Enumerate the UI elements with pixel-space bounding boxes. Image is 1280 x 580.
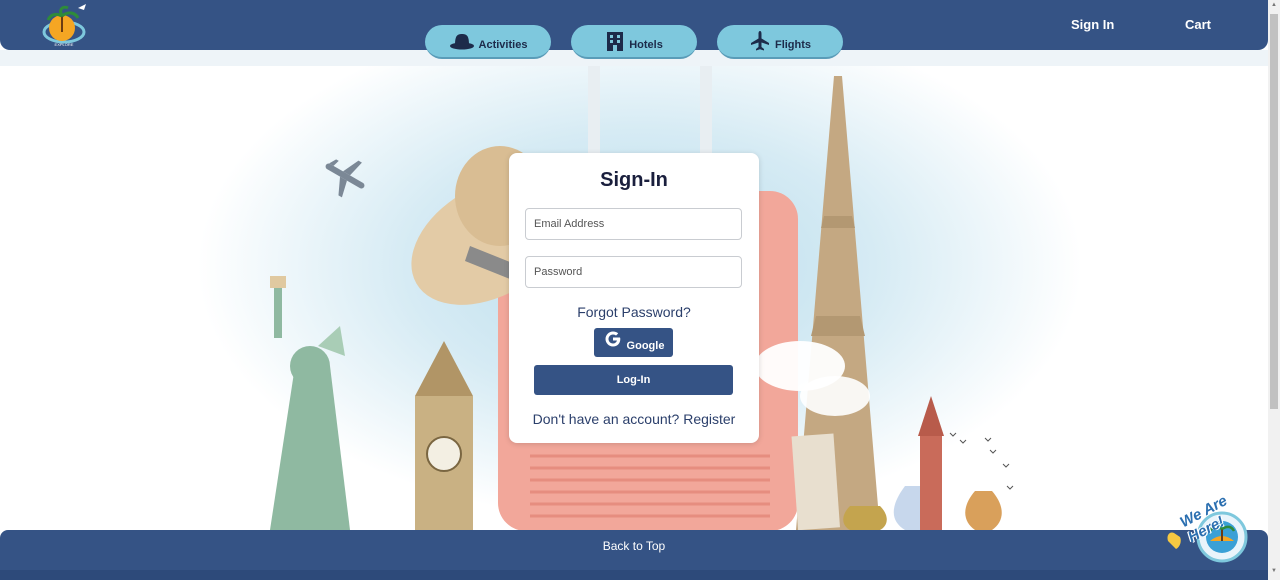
register-link[interactable]: Don't have an account? Register [509, 411, 759, 427]
tab-hotels[interactable]: Hotels [571, 25, 697, 59]
google-g-icon [603, 329, 623, 353]
google-signin-button[interactable]: Google [594, 328, 673, 357]
scroll-down-arrow-icon[interactable]: ▼ [1270, 568, 1278, 578]
tab-flights-label: Flights [774, 39, 812, 51]
nav-cart-link[interactable]: Cart [1185, 17, 1211, 32]
signin-card: Sign-In Forgot Password? Google Log-In D… [509, 153, 759, 443]
back-to-top-link[interactable]: Back to Top [0, 539, 1268, 553]
building-icon [605, 31, 625, 51]
forgot-password-link[interactable]: Forgot Password? [509, 304, 759, 320]
hat-icon [449, 32, 475, 50]
scroll-up-arrow-icon[interactable]: ▲ [1270, 2, 1278, 12]
google-button-label: Google [626, 339, 665, 352]
email-field[interactable] [525, 208, 742, 240]
nav-signin-link[interactable]: Sign In [1071, 17, 1114, 32]
footer-bar: Back to Top [0, 530, 1268, 580]
chat-widget[interactable]: We Are Here! [1160, 485, 1270, 575]
scrollbar-thumb[interactable] [1270, 14, 1278, 409]
tab-hotels-label: Hotels [629, 39, 663, 51]
footer-bottom-strip [0, 570, 1268, 580]
tab-activities[interactable]: Activities [425, 25, 551, 59]
login-button[interactable]: Log-In [534, 365, 733, 395]
waving-hand-icon [1167, 532, 1181, 549]
svg-text:EXPLORE: EXPLORE [55, 42, 74, 47]
plane-icon [749, 30, 771, 52]
palm-island-plane-logo[interactable]: EXPLORE [40, 2, 88, 48]
tab-activities-label: Activities [478, 39, 528, 51]
password-field[interactable] [525, 256, 742, 288]
signin-title: Sign-In [600, 169, 668, 191]
tab-flights[interactable]: Flights [717, 25, 843, 59]
